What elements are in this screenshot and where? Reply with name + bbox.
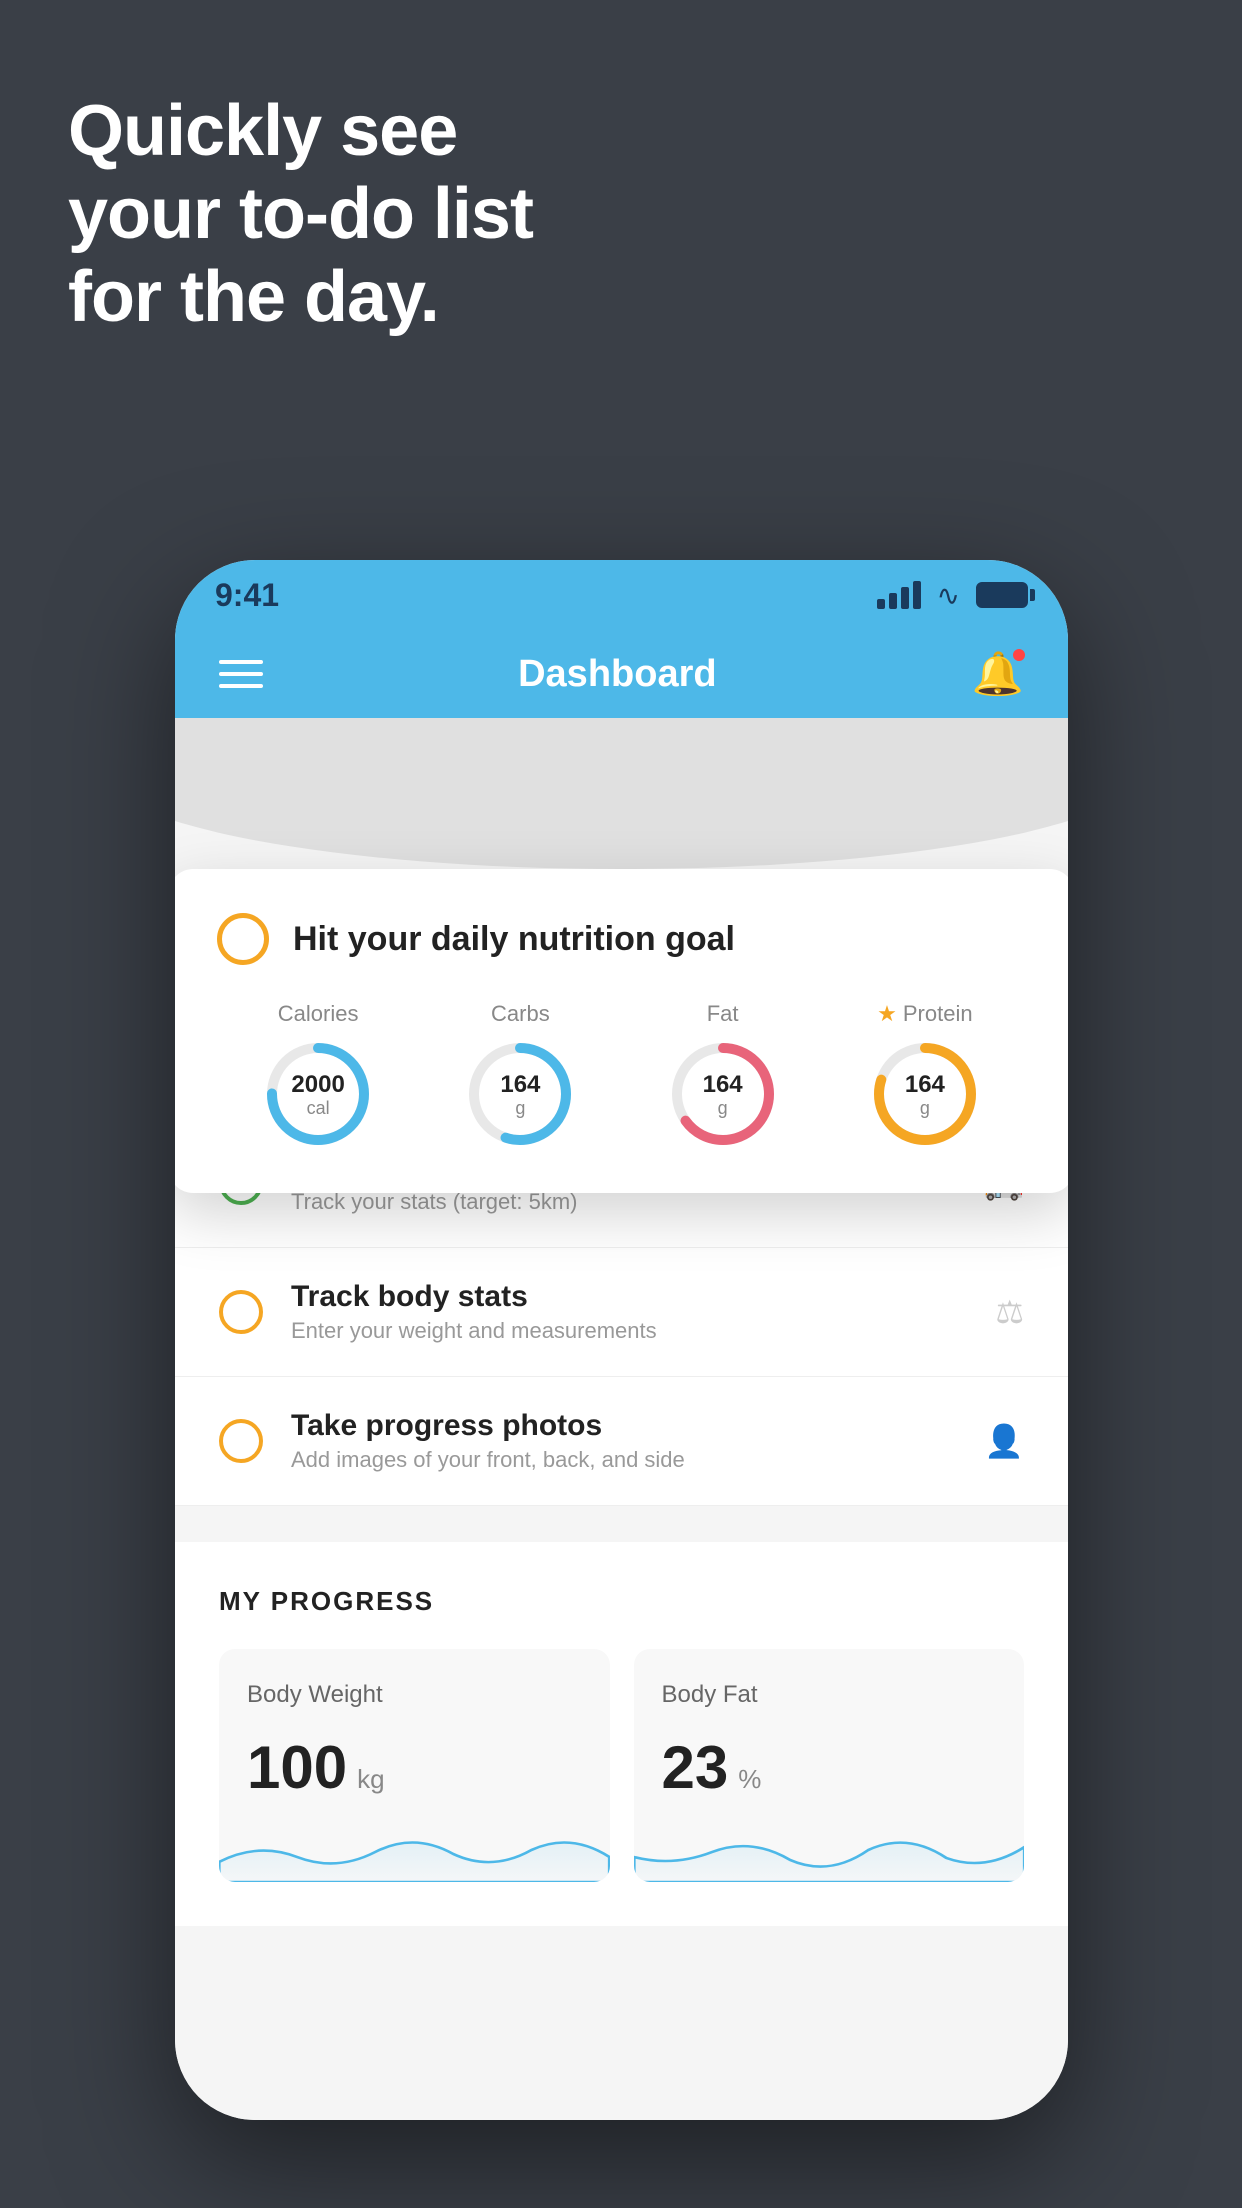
fat-label: Fat <box>707 1001 739 1027</box>
body-weight-value: 100 kg <box>247 1733 582 1802</box>
status-icons: ∿ <box>877 579 1028 612</box>
phone-content: THINGS TO DO TODAY Hit your daily nutrit… <box>175 718 1068 2120</box>
photo-icon: 👤 <box>984 1422 1024 1460</box>
body-fat-value: 23 % <box>662 1733 997 1802</box>
protein-label: ★ Protein <box>877 1001 972 1027</box>
task-body-stats-desc: Enter your weight and measurements <box>291 1318 967 1344</box>
nutrition-card-title: Hit your daily nutrition goal <box>293 920 735 959</box>
task-progress-photos[interactable]: Take progress photos Add images of your … <box>175 1377 1068 1506</box>
task-photos-desc: Add images of your front, back, and side <box>291 1447 956 1473</box>
body-weight-chart <box>219 1822 610 1882</box>
protein-value: 164 g <box>905 1071 945 1117</box>
star-icon: ★ <box>877 1001 897 1027</box>
notification-dot <box>1010 646 1028 664</box>
body-weight-num: 100 <box>247 1733 347 1802</box>
calories-ring: 2000 cal <box>263 1039 373 1149</box>
fat-ring: 164 g <box>668 1039 778 1149</box>
body-fat-num: 23 <box>662 1733 729 1802</box>
card-shadow <box>175 718 1068 869</box>
task-body-stats-info: Track body stats Enter your weight and m… <box>291 1280 967 1344</box>
task-body-stats-name: Track body stats <box>291 1280 967 1314</box>
nutrition-circles: Calories 2000 cal <box>217 1001 1026 1149</box>
nav-bar: Dashboard 🔔 <box>175 630 1068 718</box>
progress-title: MY PROGRESS <box>219 1586 1024 1617</box>
status-bar: 9:41 ∿ <box>175 560 1068 630</box>
body-weight-label: Body Weight <box>247 1681 582 1709</box>
nutrition-fat: Fat 164 g <box>668 1001 778 1149</box>
progress-cards: Body Weight 100 kg <box>219 1649 1024 1882</box>
body-fat-label: Body Fat <box>662 1681 997 1709</box>
status-time: 9:41 <box>215 577 279 614</box>
task-photos-info: Take progress photos Add images of your … <box>291 1409 956 1473</box>
scale-icon: ⚖ <box>995 1293 1024 1331</box>
menu-button[interactable] <box>219 660 263 688</box>
hero-text: Quickly see your to-do list for the day. <box>68 90 533 338</box>
nutrition-carbs: Carbs 164 g <box>465 1001 575 1149</box>
task-photos-check <box>219 1419 263 1463</box>
wifi-icon: ∿ <box>937 579 960 612</box>
task-photos-name: Take progress photos <box>291 1409 956 1443</box>
protein-ring: 164 g <box>870 1039 980 1149</box>
phone-mockup: 9:41 ∿ Dashboard 🔔 THINGS TO DO <box>175 560 1068 2120</box>
nutrition-protein: ★ Protein 164 g <box>870 1001 980 1149</box>
carbs-label: Carbs <box>491 1001 550 1027</box>
body-fat-unit: % <box>738 1764 761 1795</box>
card-header: Hit your daily nutrition goal <box>217 913 1026 965</box>
body-weight-unit: kg <box>357 1764 384 1795</box>
calories-label: Calories <box>278 1001 359 1027</box>
body-fat-card[interactable]: Body Fat 23 % <box>634 1649 1025 1882</box>
notification-button[interactable]: 🔔 <box>972 650 1024 699</box>
nav-title: Dashboard <box>518 653 716 696</box>
progress-section: MY PROGRESS Body Weight 100 kg <box>175 1542 1068 1926</box>
signal-icon <box>877 581 921 609</box>
nutrition-card[interactable]: Hit your daily nutrition goal Calories <box>175 869 1068 1193</box>
carbs-value: 164 g <box>500 1071 540 1117</box>
body-fat-chart <box>634 1822 1025 1882</box>
calories-value: 2000 cal <box>291 1071 344 1117</box>
carbs-ring: 164 g <box>465 1039 575 1149</box>
nutrition-calories: Calories 2000 cal <box>263 1001 373 1149</box>
fat-value: 164 g <box>703 1071 743 1117</box>
nutrition-check-circle[interactable] <box>217 913 269 965</box>
task-body-stats-check <box>219 1290 263 1334</box>
task-body-stats[interactable]: Track body stats Enter your weight and m… <box>175 1248 1068 1377</box>
body-weight-card[interactable]: Body Weight 100 kg <box>219 1649 610 1882</box>
battery-icon <box>976 582 1028 608</box>
